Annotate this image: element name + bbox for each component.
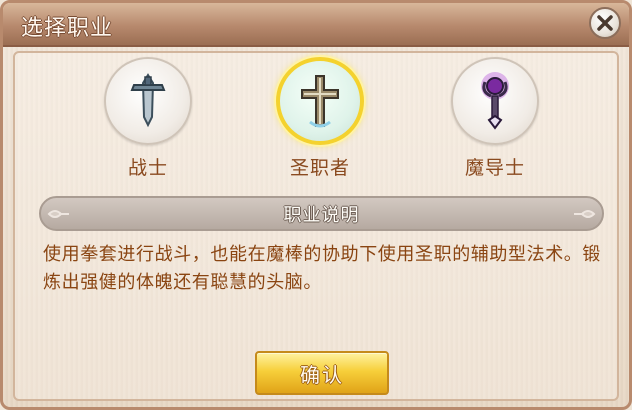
description-heading: 职业说明 bbox=[283, 204, 360, 226]
ornament-left-icon bbox=[47, 210, 69, 218]
job-option-cleric[interactable]: 圣职者 bbox=[265, 57, 375, 197]
job-label: 圣职者 bbox=[289, 157, 350, 179]
close-icon bbox=[597, 15, 613, 31]
job-icon-frame bbox=[276, 57, 364, 145]
job-option-mage[interactable]: 魔导士 bbox=[440, 57, 550, 197]
confirm-label: 确认 bbox=[300, 362, 344, 387]
close-button[interactable] bbox=[589, 7, 621, 39]
magic-staff-icon bbox=[481, 72, 509, 130]
dialog-title: 选择职业 bbox=[21, 16, 114, 41]
job-select-dialog: 选择职业 战士 圣职者 魔导士 职业说明 使用拳套进行战斗，也能在魔棒的协助下使… bbox=[0, 0, 632, 410]
job-option-warrior[interactable]: 战士 bbox=[93, 57, 203, 197]
holy-cross-icon bbox=[301, 75, 339, 128]
job-icon-frame bbox=[104, 57, 192, 145]
job-icon-frame bbox=[451, 57, 539, 145]
confirm-button[interactable]: 确认 bbox=[255, 351, 389, 395]
job-label: 魔导士 bbox=[464, 157, 525, 179]
ornament-right-icon bbox=[574, 210, 596, 218]
sword-icon bbox=[130, 73, 166, 128]
title-bar: 选择职业 bbox=[3, 3, 629, 47]
job-label: 战士 bbox=[127, 157, 168, 179]
description-text: 使用拳套进行战斗，也能在魔棒的协助下使用圣职的辅助型法术。锻炼出强健的体魄还有聪… bbox=[43, 244, 601, 293]
description-header: 职业说明 bbox=[39, 196, 604, 231]
